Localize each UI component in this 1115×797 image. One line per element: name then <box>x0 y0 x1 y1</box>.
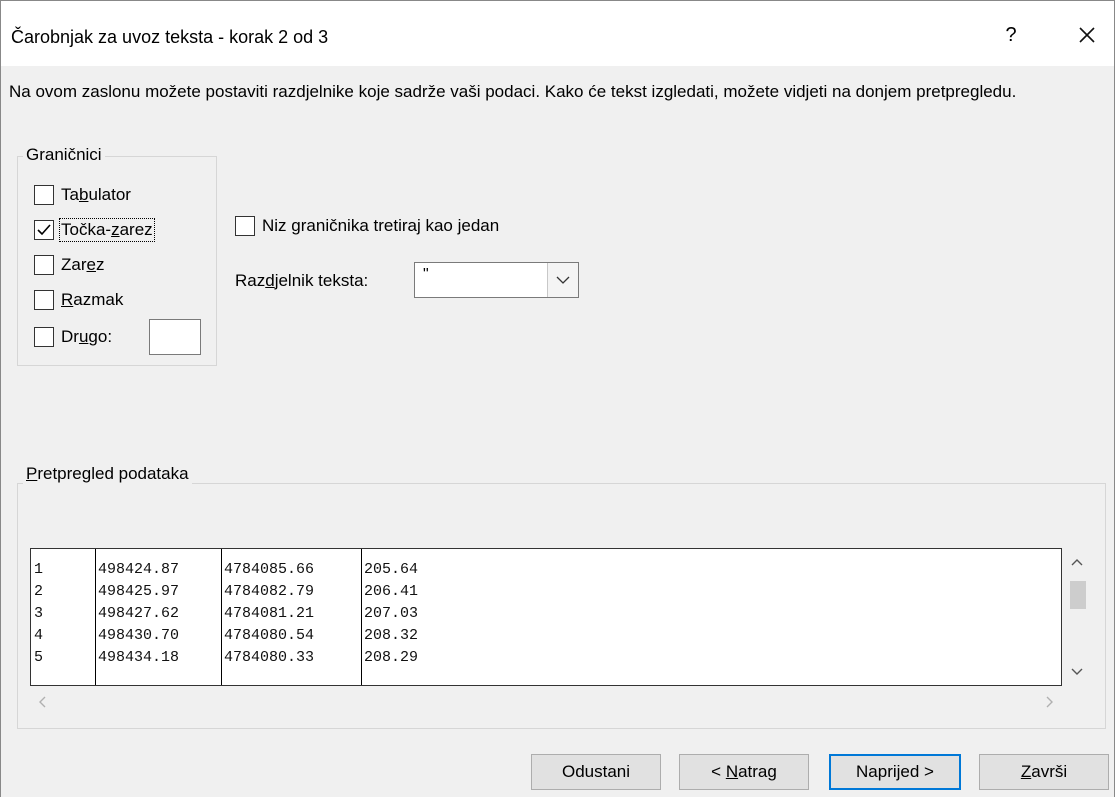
help-button[interactable]: ? <box>1001 21 1021 49</box>
chevron-down-icon[interactable] <box>547 263 578 297</box>
scrollbar-thumb[interactable] <box>1070 581 1086 609</box>
tab-checkbox-row[interactable]: Tabulator <box>34 183 131 207</box>
horizontal-scrollbar[interactable] <box>30 686 1062 718</box>
finish-button[interactable]: Završi <box>979 754 1109 790</box>
chevron-right-icon[interactable] <box>1046 696 1054 708</box>
consecutive-checkbox-row[interactable]: Niz graničnika tretiraj kao jedan <box>235 214 499 238</box>
chevron-up-icon[interactable] <box>1071 558 1083 566</box>
space-checkbox-row[interactable]: Razmak <box>34 288 123 312</box>
delimiters-legend: Graničnici <box>23 145 105 165</box>
column-separator <box>95 549 96 685</box>
data-preview[interactable]: 1 498424.87 4784085.66 205.64 2 498425.97 478… <box>30 548 1062 686</box>
title-bar: Čarobnjak za uvoz teksta - korak 2 od 3 … <box>0 0 1115 66</box>
semicolon-checkbox[interactable] <box>34 220 54 240</box>
space-label: Razmak <box>61 290 124 309</box>
column-separator <box>361 549 362 685</box>
semicolon-label: Točka-zarez <box>59 218 155 242</box>
comma-checkbox-row[interactable]: Zarez <box>34 253 104 277</box>
next-button[interactable]: Naprijed > <box>829 754 961 790</box>
window-title: Čarobnjak za uvoz teksta - korak 2 od 3 <box>11 27 329 47</box>
cancel-button[interactable]: Odustani <box>531 754 661 790</box>
other-label: Drugo: <box>61 327 113 346</box>
tab-label: Tabulator <box>61 185 131 204</box>
text-qualifier-label: Razdjelnik teksta: <box>235 271 369 290</box>
chevron-down-icon[interactable] <box>1071 668 1083 676</box>
back-button[interactable]: < Natrag <box>679 754 809 790</box>
consecutive-label: Niz graničnika tretiraj kao jedan <box>262 216 500 235</box>
preview-legend: Pretpregled podataka <box>23 464 192 484</box>
other-checkbox[interactable] <box>34 327 54 347</box>
text-qualifier-value: " <box>423 266 429 283</box>
comma-label: Zarez <box>61 255 105 274</box>
text-qualifier-select[interactable]: " <box>414 262 579 298</box>
chevron-left-icon[interactable] <box>38 696 46 708</box>
comma-checkbox[interactable] <box>34 255 54 275</box>
other-delimiter-input[interactable] <box>149 319 201 355</box>
checkmark-icon <box>37 224 51 236</box>
consecutive-checkbox[interactable] <box>235 216 255 236</box>
semicolon-checkbox-row[interactable]: Točka-zarez <box>34 218 155 242</box>
vertical-scrollbar[interactable] <box>1062 548 1092 686</box>
description-text: Na ovom zaslonu možete postaviti razdjel… <box>9 82 1017 101</box>
space-checkbox[interactable] <box>34 290 54 310</box>
other-checkbox-row[interactable]: Drugo: <box>34 325 112 349</box>
window-frame-left <box>0 66 1 797</box>
close-icon[interactable] <box>1071 19 1103 51</box>
column-separator <box>221 549 222 685</box>
tab-checkbox[interactable] <box>34 185 54 205</box>
